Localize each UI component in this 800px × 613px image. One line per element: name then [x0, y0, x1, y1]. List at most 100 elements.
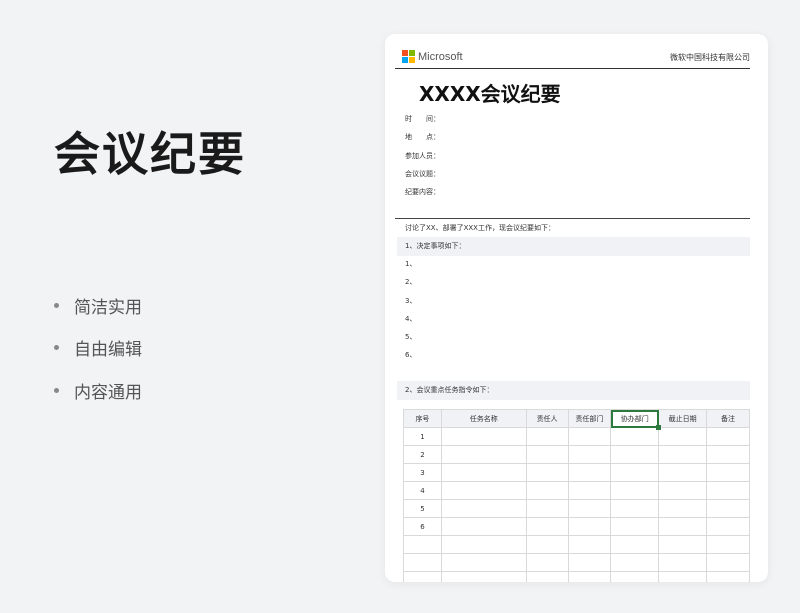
decision-list: 1、 2、 3、 4、 5、 6、 [405, 258, 416, 368]
row-number-cell[interactable]: 2 [403, 445, 442, 464]
brand-name: Microsoft [418, 50, 463, 63]
table-cell[interactable] [610, 499, 660, 518]
row-number-cell[interactable]: 5 [403, 499, 442, 518]
table-cell[interactable] [525, 553, 569, 572]
table-cell[interactable] [440, 535, 527, 554]
table-cell[interactable] [567, 517, 612, 536]
feature-item: 自由编辑 [54, 327, 142, 370]
column-header[interactable]: 责任部门 [567, 409, 612, 428]
table-cell[interactable] [525, 499, 569, 518]
table-cell[interactable] [658, 463, 708, 482]
row-number-cell[interactable]: 6 [403, 517, 442, 536]
table-cell[interactable] [440, 571, 527, 582]
row-number-cell[interactable] [403, 535, 442, 554]
table-cell[interactable] [658, 535, 708, 554]
intro-text: 讨论了XX、部署了XXX工作，现会议纪要如下： [405, 224, 555, 232]
table-cell[interactable] [525, 517, 569, 536]
table-row [403, 553, 750, 572]
task-table[interactable]: 序号 任务名称 责任人 责任部门 协办部门 截止日期 备注 123456 [403, 409, 750, 582]
table-cell[interactable] [706, 571, 750, 582]
row-number-cell[interactable]: 4 [403, 481, 442, 500]
table-cell[interactable] [440, 445, 527, 464]
table-cell[interactable] [706, 445, 750, 464]
table-cell[interactable] [610, 463, 660, 482]
table-cell[interactable] [706, 463, 750, 482]
table-cell[interactable] [610, 535, 660, 554]
section-decisions-heading: 1、决定事项如下： [397, 237, 750, 256]
table-cell[interactable] [525, 463, 569, 482]
row-number-cell[interactable]: 1 [403, 427, 442, 446]
table-cell[interactable] [706, 499, 750, 518]
table-cell[interactable] [706, 535, 750, 554]
table-cell[interactable] [525, 535, 569, 554]
table-cell[interactable] [525, 571, 569, 582]
field-topic: 会议议题： [405, 169, 440, 178]
field-location: 地 点： [405, 133, 440, 142]
table-cell[interactable] [706, 481, 750, 500]
feature-item: 简洁实用 [54, 284, 142, 327]
bullet-icon [54, 387, 59, 393]
table-cell[interactable] [440, 463, 527, 482]
row-number-cell[interactable]: 3 [403, 463, 442, 482]
table-cell[interactable] [440, 427, 527, 446]
table-cell[interactable] [610, 445, 660, 464]
table-cell[interactable] [658, 571, 708, 582]
row-number-cell[interactable] [403, 553, 442, 572]
decision-item: 4、 [405, 314, 417, 323]
section-divider [395, 218, 750, 219]
table-cell[interactable] [658, 481, 708, 500]
slide-title: 会议纪要 [54, 127, 246, 181]
table-cell[interactable] [567, 427, 612, 446]
table-cell[interactable] [567, 499, 612, 518]
table-cell[interactable] [440, 553, 527, 572]
table-row: 1 [403, 427, 750, 446]
table-cell[interactable] [610, 571, 660, 582]
table-cell[interactable] [658, 553, 708, 572]
field-time: 时 间： [405, 115, 440, 123]
column-header[interactable]: 备注 [706, 409, 750, 428]
selected-cell[interactable]: 协办部门 [610, 409, 662, 431]
table-cell[interactable] [706, 553, 750, 572]
table-cell[interactable] [440, 499, 527, 518]
table-cell[interactable] [567, 481, 612, 500]
section-tasks-heading: 2、会议重点任务指令如下： [397, 381, 750, 400]
table-cell[interactable] [440, 481, 527, 500]
table-cell[interactable] [658, 499, 708, 518]
table-cell[interactable] [525, 427, 569, 446]
column-header[interactable]: 责任人 [525, 409, 569, 428]
table-cell[interactable] [610, 481, 660, 500]
column-header[interactable]: 任务名称 [440, 409, 527, 428]
document-title: XXXX会议纪要 [419, 82, 561, 106]
table-cell[interactable] [658, 445, 708, 464]
table-cell[interactable] [440, 517, 527, 536]
table-cell[interactable] [567, 463, 612, 482]
table-cell[interactable] [525, 481, 569, 500]
column-header[interactable]: 截止日期 [658, 409, 708, 428]
table-row [403, 571, 750, 582]
table-cell[interactable] [567, 445, 612, 464]
table-cell[interactable] [610, 553, 660, 572]
document-preview[interactable]: Microsoft 微软中国科技有限公司 XXXX会议纪要 时 间： 地 点： … [385, 34, 768, 582]
table-cell[interactable] [658, 517, 708, 536]
company-name: 微软中国科技有限公司 [670, 53, 750, 62]
decision-item: 2、 [405, 278, 417, 287]
table-cell[interactable] [658, 427, 708, 446]
table-cell[interactable] [610, 427, 660, 446]
decision-item: 6、 [405, 351, 417, 360]
table-cell[interactable] [610, 517, 660, 536]
decision-item: 3、 [405, 296, 417, 305]
table-cell[interactable] [706, 427, 750, 446]
column-header[interactable]: 序号 [403, 409, 442, 428]
row-number-cell[interactable] [403, 571, 442, 582]
table-cell[interactable] [567, 571, 612, 582]
table-row: 5 [403, 499, 750, 518]
table-cell[interactable] [567, 535, 612, 554]
table-cell[interactable] [567, 553, 612, 572]
table-row: 3 [403, 463, 750, 482]
table-cell[interactable] [525, 445, 569, 464]
table-row: 4 [403, 481, 750, 500]
bullet-icon [54, 345, 59, 351]
feature-label: 简洁实用 [74, 297, 142, 318]
table-cell[interactable] [706, 517, 750, 536]
slide-text-panel: 会议纪要 简洁实用 自由编辑 内容通用 [0, 0, 380, 613]
